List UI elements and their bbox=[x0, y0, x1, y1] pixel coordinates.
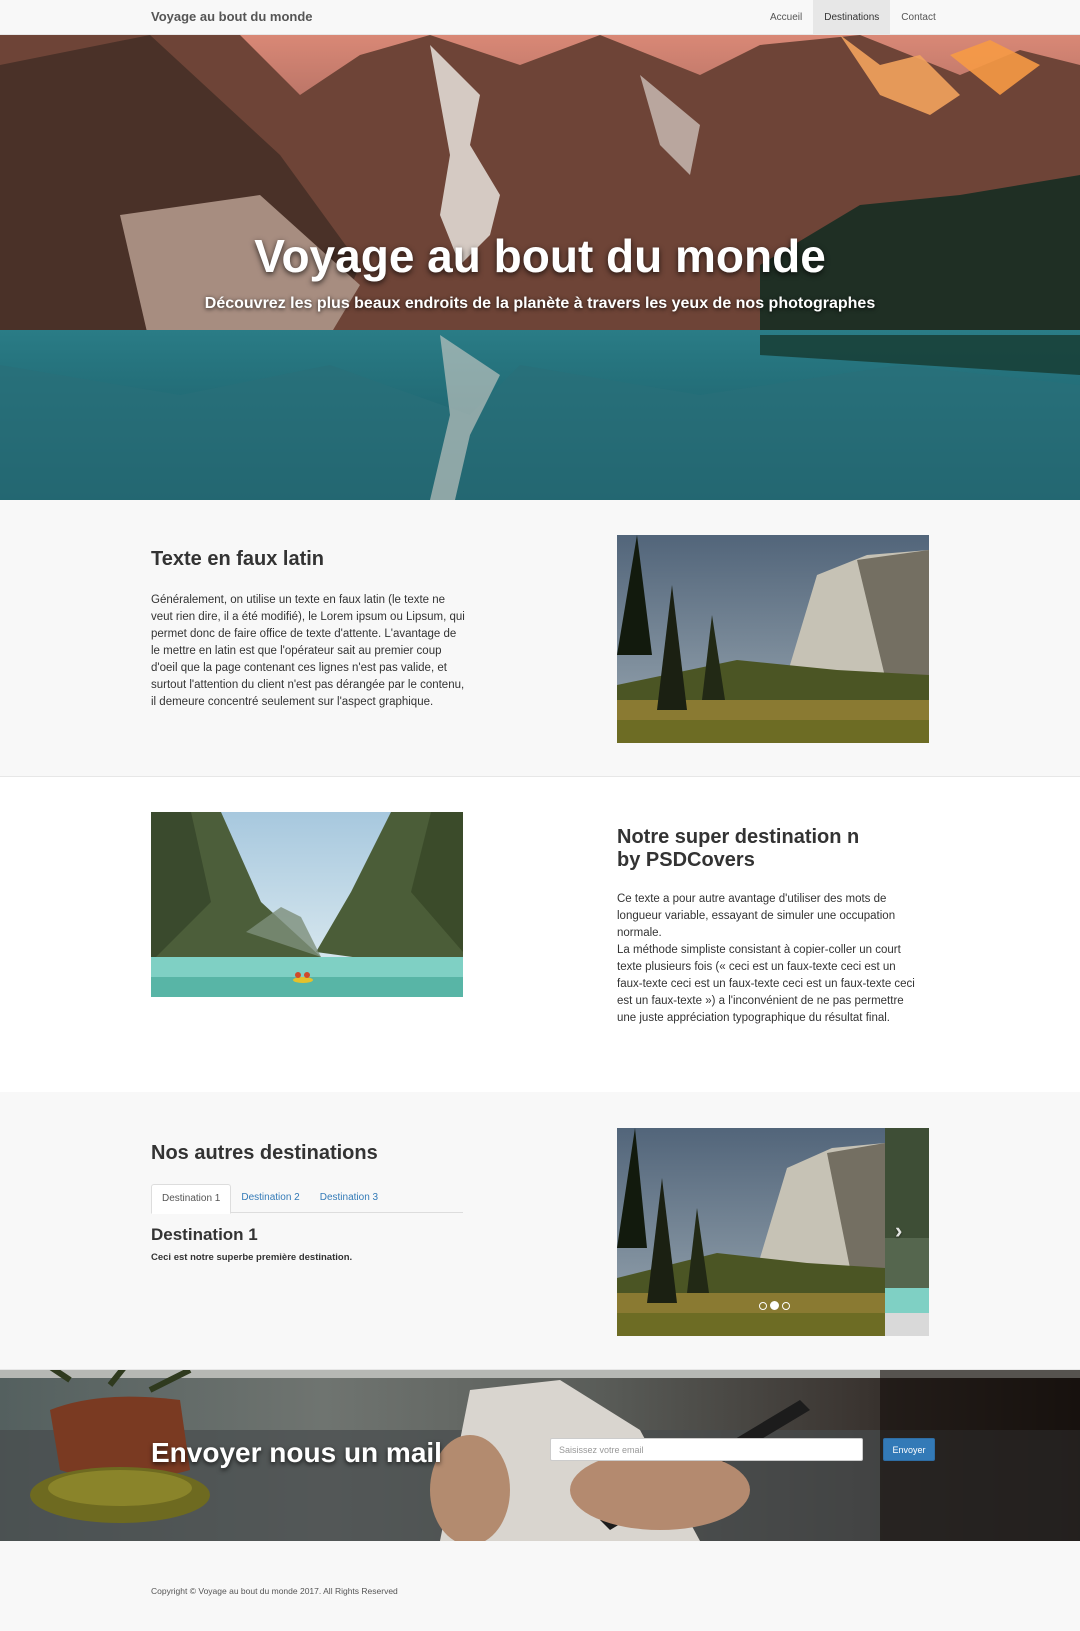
tab-content-text: Ceci est notre superbe première destinat… bbox=[151, 1252, 353, 1263]
carousel-indicators bbox=[759, 1301, 790, 1310]
section-super-destination: Notre super destination n by PSDCovers C… bbox=[0, 777, 1080, 1092]
section-faux-latin: Texte en faux latin Généralement, on uti… bbox=[0, 500, 1080, 777]
mail-banner: Envoyer nous un mail Envoyer bbox=[0, 1370, 1080, 1541]
tab-destination-2[interactable]: Destination 2 bbox=[231, 1184, 309, 1213]
nav-link-destinations[interactable]: Destinations bbox=[813, 0, 891, 35]
section-heading: Texte en faux latin bbox=[151, 548, 325, 570]
section-paragraph-2: La méthode simpliste consistant à copier… bbox=[617, 944, 915, 1024]
nav-link-contact[interactable]: Contact bbox=[890, 0, 946, 35]
yosemite-image bbox=[617, 535, 929, 743]
mail-title: Envoyer nous un mail bbox=[151, 1437, 442, 1468]
section-heading: Nos autres destinations bbox=[151, 1142, 378, 1164]
destination-tabs: Destination 1 Destination 2 Destination … bbox=[151, 1184, 463, 1214]
carousel-indicator[interactable] bbox=[782, 1302, 790, 1310]
carousel-next-arrow-icon[interactable]: › bbox=[895, 1218, 902, 1244]
section-heading-line1: Notre super destination n bbox=[617, 826, 860, 848]
tab-destination-3[interactable]: Destination 3 bbox=[310, 1184, 388, 1213]
hero-subtitle: Découvrez les plus beaux endroits de la … bbox=[204, 295, 876, 312]
tab-destination-1[interactable]: Destination 1 bbox=[151, 1184, 232, 1214]
section-other-destinations: Nos autres destinations Destination 1 De… bbox=[0, 1092, 1080, 1370]
destination-carousel[interactable]: › bbox=[617, 1128, 929, 1336]
nav-links: Accueil Destinations Contact bbox=[759, 0, 947, 35]
navbar: Voyage au bout du monde Accueil Destinat… bbox=[0, 0, 1080, 35]
copyright-text: Copyright © Voyage au bout du monde 2017… bbox=[151, 1586, 398, 1596]
brand-link[interactable]: Voyage au bout du monde bbox=[151, 9, 313, 24]
email-input[interactable] bbox=[550, 1438, 863, 1461]
tab-content-title: Destination 1 bbox=[151, 1225, 258, 1244]
section-paragraph-1: Ce texte a pour autre avantage d'utilise… bbox=[617, 893, 896, 939]
section-heading: Notre super destination n by PSDCovers bbox=[617, 826, 917, 872]
section-heading-line2: by PSDCovers bbox=[617, 849, 755, 871]
nav-link-accueil[interactable]: Accueil bbox=[759, 0, 813, 35]
carousel-indicator[interactable] bbox=[770, 1301, 779, 1310]
hero-title: Voyage au bout du monde bbox=[254, 230, 826, 282]
hero-banner: Voyage au bout du monde Découvrez les pl… bbox=[0, 35, 1080, 500]
lagoon-image bbox=[151, 812, 463, 997]
footer: Copyright © Voyage au bout du monde 2017… bbox=[0, 1541, 1080, 1631]
section-paragraph: Généralement, on utilise un texte en fau… bbox=[151, 594, 465, 708]
send-button[interactable]: Envoyer bbox=[883, 1438, 935, 1461]
carousel-indicator[interactable] bbox=[759, 1302, 767, 1310]
